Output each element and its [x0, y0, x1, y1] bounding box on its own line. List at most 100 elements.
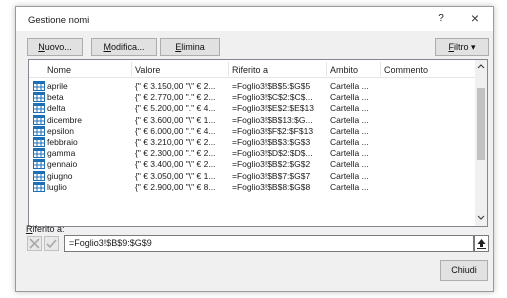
- edit-button-accel: M: [103, 42, 111, 52]
- named-range-table-icon: [33, 181, 45, 192]
- row-refers-to: =Foglio3!$D$2:$D$...: [232, 148, 313, 159]
- row-scope: Cartella ...: [330, 181, 369, 192]
- table-row[interactable]: beta {" € 2.770,00 "." € 2... =Foglio3!$C$…: [29, 92, 475, 103]
- row-name: giugno: [47, 170, 73, 181]
- row-name: beta: [47, 92, 64, 103]
- check-icon: [46, 239, 57, 249]
- row-value: {" € 6.000,00 "." € 4...: [135, 125, 216, 136]
- row-refers-to: =Foglio3!$B$13:$G...: [232, 114, 313, 125]
- confirm-reference-button[interactable]: [44, 236, 59, 251]
- new-button[interactable]: Nuovo...: [27, 38, 83, 56]
- row-value: {" € 3.600,00 "\" € 1...: [135, 114, 216, 125]
- table-row[interactable]: aprile {" € 3.150,00 "\" € 2... =Foglio3!$…: [29, 81, 475, 92]
- row-scope: Cartella ...: [330, 103, 369, 114]
- row-name: gennaio: [47, 159, 78, 170]
- header-refers-to[interactable]: Riferito a: [232, 65, 268, 75]
- header-divider[interactable]: [131, 62, 132, 76]
- row-refers-to: =Foglio3!$B$2:$G$2: [232, 159, 311, 170]
- named-range-table-icon: [33, 81, 45, 91]
- row-name: delta: [47, 103, 66, 114]
- row-scope: Cartella ...: [330, 159, 369, 170]
- chevron-up-icon[interactable]: [475, 61, 487, 73]
- new-button-label: uovo...: [44, 42, 72, 52]
- row-scope: Cartella ...: [330, 92, 369, 103]
- chevron-down-icon[interactable]: [475, 213, 487, 225]
- named-range-table-icon: [33, 92, 45, 103]
- table-row[interactable]: dicembre {" € 3.600,00 "\" € 1... =Foglio3…: [29, 114, 475, 126]
- chevron-down-icon: ▾: [471, 42, 476, 52]
- header-name[interactable]: Nome: [47, 65, 71, 75]
- scrollbar-thumb[interactable]: [477, 88, 485, 160]
- row-name: luglio: [47, 181, 67, 192]
- row-refers-to: =Foglio3!$C$2:$C$...: [232, 92, 313, 103]
- named-range-table-icon: [33, 125, 45, 136]
- reference-input[interactable]: =Foglio3!$B$9:$G$9: [64, 235, 474, 252]
- row-scope: Cartella ...: [330, 125, 369, 136]
- close-button[interactable]: Chiudi: [440, 260, 488, 281]
- table-row[interactable]: febbraio {" € 3.210,00 "\" € 2... =Foglio3…: [29, 137, 475, 148]
- header-value[interactable]: Valore: [135, 65, 160, 75]
- row-scope: Cartella ...: [330, 170, 369, 181]
- vertical-scrollbar[interactable]: [475, 60, 487, 226]
- row-scope: Cartella ...: [330, 137, 369, 147]
- name-manager-dialog: Gestione nomi ? × Nuovo... Modifica... E…: [15, 6, 494, 292]
- cross-icon: [29, 238, 40, 249]
- reference-label: Riferito a:: [26, 224, 65, 234]
- row-name: gamma: [47, 148, 76, 159]
- header-divider[interactable]: [326, 62, 327, 76]
- row-value: {" € 2.770,00 "." € 2...: [135, 92, 216, 103]
- table-row[interactable]: delta {" € 5.200,00 "." € 4... =Foglio3!$E…: [29, 103, 475, 114]
- delete-button[interactable]: Elimina: [160, 38, 220, 56]
- row-name: dicembre: [47, 114, 82, 125]
- named-range-table-icon: [33, 114, 45, 125]
- table-row[interactable]: gamma {" € 2.300,00 "." € 2... =Foglio3!$D…: [29, 148, 475, 159]
- row-value: {" € 3.150,00 "\" € 2...: [135, 81, 216, 91]
- row-name: aprile: [47, 81, 68, 91]
- row-value: {" € 2.300,00 "." € 2...: [135, 148, 216, 159]
- row-refers-to: =Foglio3!$B$3:$G$3: [232, 137, 311, 147]
- dialog-title: Gestione nomi: [28, 15, 90, 26]
- list-header: Nome Valore Riferito a Ambito Commento: [29, 60, 475, 78]
- collapse-dialog-button[interactable]: [474, 235, 489, 252]
- row-name: febbraio: [47, 137, 78, 147]
- table-row[interactable]: gennaio {" € 3.400,00 "\" € 2... =Foglio3!…: [29, 159, 475, 170]
- row-refers-to: =Foglio3!$E$2:$E$13: [232, 103, 314, 114]
- row-refers-to: =Foglio3!$B$7:$G$7: [232, 170, 311, 181]
- names-list: Nome Valore Riferito a Ambito Commento a…: [28, 59, 488, 227]
- help-button[interactable]: ?: [434, 13, 448, 24]
- row-value: {" € 3.210,00 "\" € 2...: [135, 137, 216, 147]
- row-refers-to: =Foglio3!$B$5:$G$5: [232, 81, 311, 91]
- table-row[interactable]: epsilon {" € 6.000,00 "." € 4... =Foglio3!…: [29, 125, 475, 137]
- named-range-table-icon: [33, 170, 45, 181]
- named-range-table-icon: [33, 103, 45, 114]
- row-value: {" € 5.200,00 "." € 4...: [135, 103, 216, 114]
- header-divider[interactable]: [228, 62, 229, 76]
- table-row[interactable]: luglio {" € 2.900,00 "\" € 8... =Foglio3!$…: [29, 181, 475, 193]
- cancel-reference-button[interactable]: [27, 236, 42, 251]
- row-refers-to: =Foglio3!$F$2:$F$13: [232, 125, 314, 136]
- row-refers-to: =Foglio3!$B$8:$G$8: [232, 181, 311, 192]
- table-row[interactable]: giugno {" € 3.050,00 "\" € 1... =Foglio3!$…: [29, 170, 475, 182]
- named-range-table-icon: [33, 137, 45, 147]
- named-range-table-icon: [33, 159, 45, 170]
- reference-label-text: iferito a:: [32, 224, 65, 234]
- header-comment[interactable]: Commento: [384, 65, 428, 75]
- filter-button-label: iltro: [453, 42, 469, 52]
- named-range-table-icon: [33, 148, 45, 159]
- title-bar: Gestione nomi ? ×: [16, 7, 493, 31]
- row-name: epsilon: [47, 125, 74, 136]
- header-divider[interactable]: [380, 62, 381, 76]
- edit-button[interactable]: Modifica...: [91, 38, 157, 56]
- row-scope: Cartella ...: [330, 81, 369, 91]
- header-scope[interactable]: Ambito: [330, 65, 358, 75]
- row-value: {" € 3.400,00 "\" € 2...: [135, 159, 216, 170]
- row-scope: Cartella ...: [330, 148, 369, 159]
- collapse-dialog-icon: [477, 239, 486, 249]
- close-window-button[interactable]: ×: [465, 10, 485, 26]
- delete-button-label: limina: [181, 42, 205, 52]
- row-scope: Cartella ...: [330, 114, 369, 125]
- row-value: {" € 3.050,00 "\" € 1...: [135, 170, 216, 181]
- row-value: {" € 2.900,00 "\" € 8...: [135, 181, 216, 192]
- edit-button-label: odifica...: [110, 42, 145, 52]
- filter-button[interactable]: Filtro ▾: [435, 38, 489, 56]
